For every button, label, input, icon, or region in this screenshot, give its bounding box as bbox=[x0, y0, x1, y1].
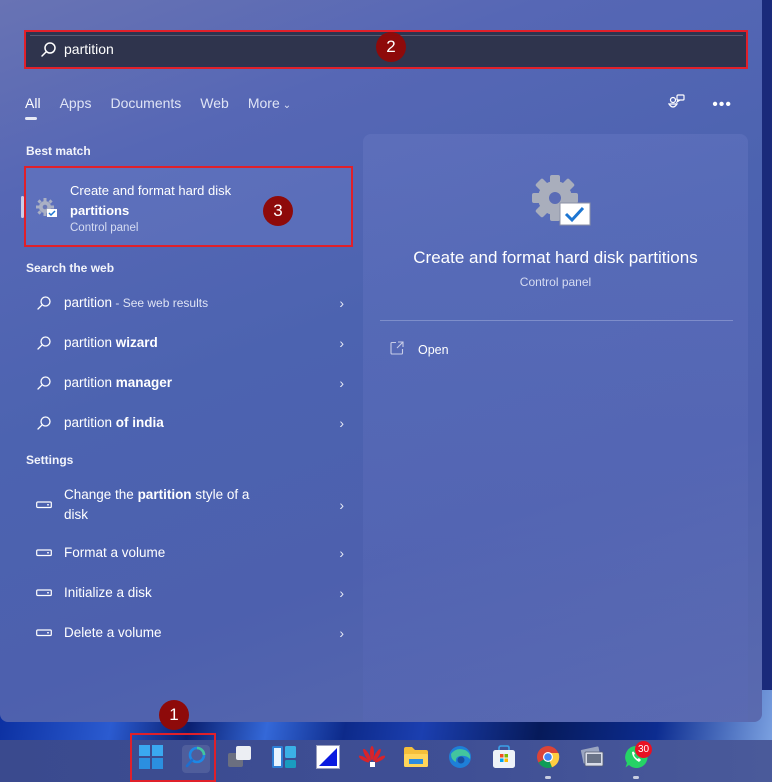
chevron-right-icon: › bbox=[339, 295, 344, 311]
tab-web[interactable]: Web bbox=[200, 95, 229, 111]
edge-button[interactable] bbox=[446, 745, 474, 773]
best-match-result[interactable]: Create and format hard disk partitions C… bbox=[21, 166, 353, 247]
search-icon bbox=[184, 745, 208, 774]
chevron-right-icon: › bbox=[339, 415, 344, 431]
open-external-icon bbox=[390, 341, 404, 358]
huawei-icon bbox=[358, 745, 386, 774]
step-marker-3: 3 bbox=[263, 196, 293, 226]
search-icon bbox=[40, 41, 58, 59]
search-input[interactable]: partition bbox=[64, 41, 114, 57]
chevron-right-icon: › bbox=[339, 585, 344, 601]
drive-icon bbox=[26, 629, 64, 637]
step-marker-2: 2 bbox=[376, 32, 406, 62]
start-button[interactable] bbox=[137, 744, 165, 774]
task-view-icon bbox=[228, 745, 252, 773]
best-match-title: Create and format hard disk partitions bbox=[70, 183, 232, 218]
photos-icon bbox=[579, 745, 605, 774]
chevron-down-icon: ⌄ bbox=[282, 100, 292, 111]
tab-all[interactable]: All bbox=[25, 95, 41, 120]
preview-title: Create and format hard disk partitions bbox=[413, 248, 698, 267]
web-result-row[interactable]: partition manager › bbox=[26, 373, 344, 393]
search-button[interactable] bbox=[182, 745, 210, 773]
search-icon bbox=[26, 335, 64, 351]
running-indicator bbox=[633, 776, 639, 779]
file-explorer-button[interactable] bbox=[402, 745, 430, 773]
selection-indicator bbox=[21, 196, 24, 218]
widgets-button[interactable] bbox=[270, 745, 298, 773]
store-icon bbox=[492, 744, 516, 774]
paint-app-icon bbox=[316, 744, 340, 774]
chrome-icon bbox=[536, 745, 560, 774]
chrome-button[interactable] bbox=[534, 745, 562, 773]
drive-icon bbox=[26, 549, 64, 557]
preview-panel: Create and format hard disk partitions C… bbox=[363, 134, 748, 722]
people-chat-icon[interactable] bbox=[668, 93, 686, 116]
folder-icon bbox=[403, 746, 429, 773]
app-paint-button[interactable] bbox=[314, 744, 342, 774]
store-button[interactable] bbox=[490, 744, 518, 774]
step-marker-1: 1 bbox=[159, 700, 189, 730]
task-view-button[interactable] bbox=[226, 745, 254, 773]
chevron-right-icon: › bbox=[339, 335, 344, 351]
widgets-icon bbox=[272, 745, 296, 774]
notification-badge: 30 bbox=[635, 741, 652, 758]
drive-icon bbox=[26, 589, 64, 597]
windows-logo-icon bbox=[139, 744, 163, 774]
filter-tabs: All Apps Documents Web More ⌄ bbox=[25, 95, 310, 120]
search-icon bbox=[26, 295, 64, 311]
photos-app-button[interactable] bbox=[578, 745, 606, 773]
web-result-row[interactable]: partition wizard › bbox=[26, 333, 344, 353]
tab-apps[interactable]: Apps bbox=[60, 95, 92, 111]
tab-more[interactable]: More ⌄ bbox=[248, 95, 291, 111]
taskbar bbox=[0, 740, 772, 782]
best-match-heading: Best match bbox=[26, 144, 91, 158]
chevron-right-icon: › bbox=[339, 625, 344, 641]
chevron-right-icon: › bbox=[339, 375, 344, 391]
search-icon bbox=[26, 375, 64, 391]
gear-check-icon bbox=[529, 171, 591, 227]
edge-icon bbox=[448, 745, 472, 774]
search-panel: partition 2 All Apps Documents Web More ⌄… bbox=[0, 0, 762, 722]
settings-result-row[interactable]: Delete a volume › bbox=[26, 623, 344, 643]
settings-heading: Settings bbox=[26, 453, 74, 467]
divider bbox=[380, 320, 733, 321]
web-result-row[interactable]: partition - See web results › bbox=[26, 293, 344, 313]
drive-icon bbox=[26, 501, 64, 509]
gear-check-icon bbox=[35, 197, 59, 224]
app-huawei-button[interactable] bbox=[358, 745, 386, 773]
chevron-right-icon: › bbox=[339, 545, 344, 561]
best-match-subtitle: Control panel bbox=[70, 222, 139, 234]
open-action[interactable]: Open bbox=[390, 341, 449, 358]
chevron-right-icon: › bbox=[339, 497, 344, 513]
running-indicator bbox=[545, 776, 551, 779]
preview-subtitle: Control panel bbox=[519, 275, 592, 289]
settings-result-row[interactable]: Initialize a disk › bbox=[26, 583, 344, 603]
search-icon bbox=[26, 415, 64, 431]
settings-result-row[interactable]: Change the partition style of a disk › bbox=[26, 485, 344, 525]
settings-result-row[interactable]: Format a volume › bbox=[26, 543, 344, 563]
web-result-row[interactable]: partition of india › bbox=[26, 413, 344, 433]
search-web-heading: Search the web bbox=[26, 261, 115, 275]
more-options-icon[interactable]: ••• bbox=[712, 96, 732, 114]
tab-documents[interactable]: Documents bbox=[110, 95, 181, 111]
open-label: Open bbox=[418, 342, 449, 357]
tab-more-label: More bbox=[247, 95, 280, 111]
